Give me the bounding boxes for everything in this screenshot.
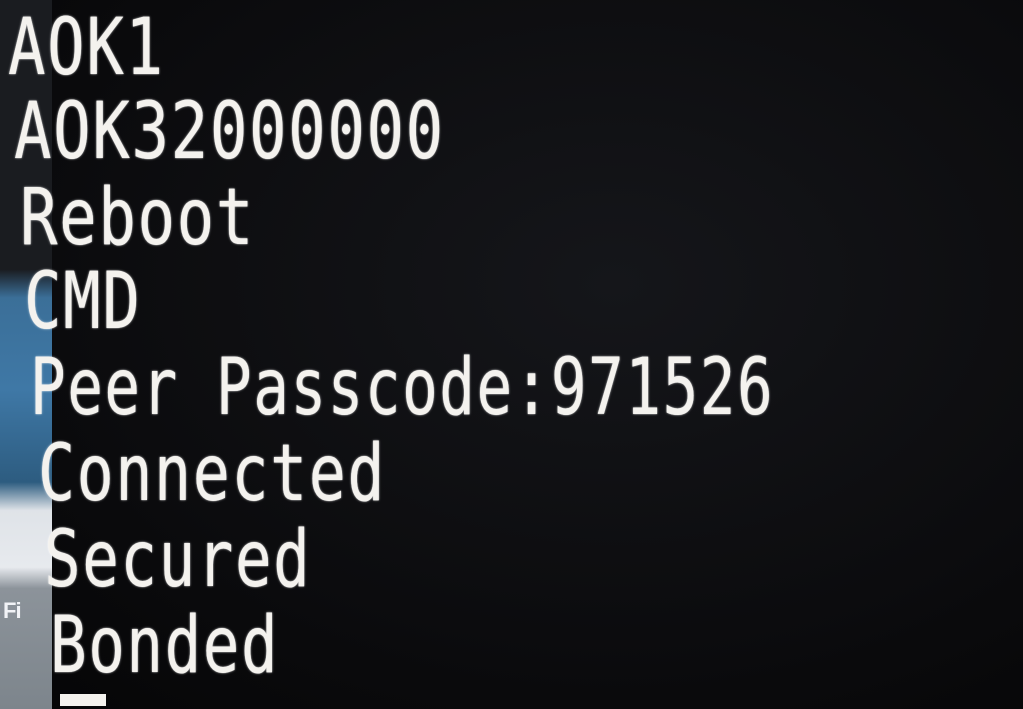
console-line-peer-passcode: Peer Passcode:971526 <box>30 343 775 433</box>
screen: Fi AOK1 AOK32000000 Reboot CMD Peer Pass… <box>0 0 1023 709</box>
text-cursor <box>60 694 106 706</box>
console-line-bonded: Bonded <box>50 601 280 691</box>
console-line-reboot: Reboot <box>20 173 256 263</box>
console-line-response-ok: AOK1 <box>8 3 165 93</box>
serial-console[interactable]: AOK1 AOK32000000 Reboot CMD Peer Passcod… <box>0 0 1023 709</box>
console-line-cmd: CMD <box>24 257 142 347</box>
console-line-connected: Connected <box>38 429 387 519</box>
console-line-secured: Secured <box>44 515 312 605</box>
console-line-response-value: AOK32000000 <box>14 87 445 177</box>
